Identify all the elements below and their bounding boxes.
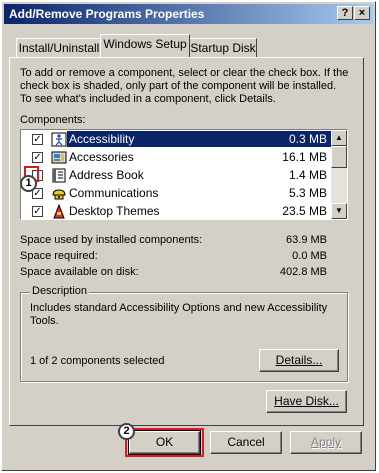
selected-count: 1 of 2 components selected <box>30 355 165 367</box>
space-installed-value: 63.9 MB <box>286 234 327 246</box>
scroll-up-icon[interactable]: ▲ <box>331 130 347 146</box>
address-book-icon <box>52 168 66 183</box>
space-available-value: 402.8 MB <box>279 266 327 278</box>
list-item[interactable]: Address Book 1.4 MB <box>23 167 331 184</box>
scroll-thumb[interactable] <box>331 146 347 168</box>
callout-2: 2 <box>118 423 135 440</box>
list-item[interactable]: ✓ Communications 5.3 MB <box>23 185 331 202</box>
components-label: Components: <box>20 114 86 126</box>
component-size: 5.3 MB <box>288 186 327 200</box>
help-button[interactable]: ? <box>337 6 353 20</box>
component-name: Desktop Themes <box>69 204 160 218</box>
list-item[interactable]: ✓ Accessibility 0.3 MB <box>23 131 331 148</box>
accessibility-icon <box>51 132 67 147</box>
window-title: Add/Remove Programs Properties <box>9 7 205 21</box>
description-label: Description <box>30 285 90 297</box>
tab-startup-disk[interactable]: Startup Disk <box>189 38 257 58</box>
space-required-value: 0.0 MB <box>292 250 327 262</box>
details-button[interactable]: Details... <box>259 349 339 372</box>
components-listbox[interactable]: ✓ Accessibility 0.3 MB ✓ Accessories 16.… <box>20 129 348 220</box>
intro-text: To add or remove a component, select or … <box>20 67 349 105</box>
tab-windows-setup[interactable]: Windows Setup <box>100 34 190 57</box>
accessories-icon <box>51 151 67 164</box>
apply-button-label: Apply <box>310 435 342 449</box>
desktop-themes-icon <box>53 204 65 219</box>
list-item[interactable]: ✓ Desktop Themes 23.5 MB <box>23 203 331 219</box>
checkbox[interactable]: ✓ <box>32 134 43 145</box>
space-available-label: Space available on disk: <box>20 266 139 278</box>
close-button[interactable]: × <box>354 6 370 20</box>
title-bar: Add/Remove Programs Properties ? × <box>4 4 373 24</box>
details-button-label: Details... <box>275 353 323 367</box>
checkbox[interactable]: ✓ <box>32 206 43 217</box>
space-required-label: Space required: <box>20 250 98 262</box>
checkbox[interactable]: ✓ <box>32 152 43 163</box>
component-size: 16.1 MB <box>282 150 327 164</box>
component-size: 1.4 MB <box>288 168 327 182</box>
cancel-button[interactable]: Cancel <box>210 431 282 454</box>
highlight-box-ok <box>125 428 204 457</box>
description-text: Includes standard Accessibility Options … <box>30 302 328 327</box>
have-disk-button[interactable]: Have Disk... <box>266 390 347 413</box>
components-scrollbar[interactable]: ▲ ▼ <box>331 130 347 219</box>
communications-icon <box>52 189 66 200</box>
component-size: 0.3 MB <box>288 131 327 147</box>
list-item[interactable]: ✓ Accessories 16.1 MB <box>23 149 331 166</box>
component-name: Communications <box>69 186 159 200</box>
have-disk-button-label: Have Disk... <box>274 394 339 408</box>
tab-install-uninstall[interactable]: Install/Uninstall <box>16 38 102 58</box>
scroll-down-icon[interactable]: ▼ <box>331 203 347 219</box>
callout-1: 1 <box>20 175 37 192</box>
component-name: Accessories <box>69 150 134 164</box>
apply-button[interactable]: Apply <box>290 431 362 454</box>
space-installed-label: Space used by installed components: <box>20 234 203 246</box>
component-name: Address Book <box>69 168 144 182</box>
component-size: 23.5 MB <box>282 204 327 218</box>
